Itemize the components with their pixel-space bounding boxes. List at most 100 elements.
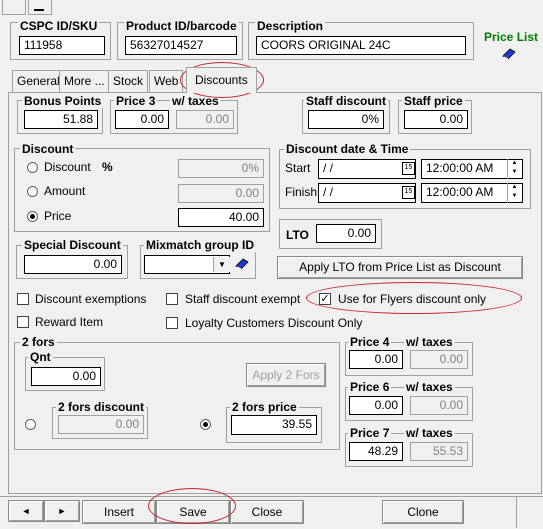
price6-taxes-label: w/ taxes	[404, 380, 455, 394]
staff-price-label: Staff price	[402, 94, 465, 108]
apply-2fors-button[interactable]: Apply 2 Fors	[246, 363, 326, 387]
toolbar-button-fragment[interactable]	[28, 0, 52, 15]
staff-discount-exempt-checkbox[interactable]	[166, 293, 178, 305]
start-label: Start	[285, 161, 311, 175]
finish-date-value: / /	[323, 185, 334, 199]
price3-taxes-input: 0.00	[176, 110, 234, 129]
mixmatch-book-icon[interactable]	[235, 258, 249, 270]
price-radio-label: Price	[44, 209, 72, 223]
price6-taxes-input: 0.00	[410, 396, 468, 415]
tab-general[interactable]: General	[12, 70, 65, 92]
price7-taxes-input: 55.53	[410, 442, 468, 461]
save-button[interactable]: Save	[156, 500, 230, 524]
tab-more[interactable]: More ...	[59, 70, 110, 92]
product-label: Product ID/barcode	[124, 19, 239, 33]
twofors-discount-label: 2 fors discount	[56, 400, 147, 414]
discount-group-label: Discount	[20, 142, 76, 156]
price4-taxes-label: w/ taxes	[404, 335, 455, 349]
lto-input[interactable]: 0.00	[316, 224, 376, 243]
discount-datetime-label: Discount date & Time	[284, 142, 411, 156]
next-record-button[interactable]: ►	[44, 500, 80, 522]
price6-input[interactable]: 0.00	[349, 396, 403, 415]
price-list-book-icon[interactable]	[502, 48, 516, 60]
footer-separator	[516, 496, 517, 528]
tab-web[interactable]: Web	[149, 70, 183, 92]
toolbar-dash	[34, 9, 44, 11]
start-calendar-icon[interactable]: 15	[402, 162, 415, 175]
special-discount-label: Special Discount	[22, 238, 123, 252]
reward-item-label: Reward Item	[35, 315, 104, 329]
price4-label: Price 4	[348, 335, 392, 349]
start-calendar-day: 15	[404, 164, 413, 171]
price6-label: Price 6	[348, 380, 392, 394]
price-radio[interactable]	[27, 211, 38, 222]
price7-taxes-label: w/ taxes	[404, 426, 455, 440]
price4-input[interactable]: 0.00	[349, 350, 403, 369]
staff-price-input[interactable]: 0.00	[404, 110, 468, 129]
price3-input[interactable]: 0.00	[115, 110, 169, 129]
mixmatch-dropdown-arrow-icon[interactable]: ▼	[213, 257, 230, 272]
insert-button[interactable]: Insert	[82, 500, 156, 524]
twofors-price-label: 2 fors price	[230, 400, 299, 414]
mixmatch-label: Mixmatch group ID	[144, 238, 257, 252]
toolbar-button-fragment[interactable]	[2, 0, 26, 15]
description-input[interactable]: COORS ORIGINAL 24C	[256, 36, 466, 55]
prev-record-button[interactable]: ◄	[8, 500, 44, 522]
finish-calendar-day: 15	[404, 188, 413, 195]
twofors-label: 2 fors	[20, 335, 57, 349]
start-time-spinner[interactable]: ▲ ▼	[507, 159, 521, 179]
lto-label: LTO	[286, 228, 309, 242]
loyalty-only-checkbox[interactable]	[166, 317, 178, 329]
price-list-link[interactable]: Price List	[484, 30, 538, 44]
tab-stock[interactable]: Stock	[108, 70, 149, 92]
tab-stock-label: Stock	[113, 74, 144, 88]
price7-input[interactable]: 48.29	[349, 442, 403, 461]
sku-input[interactable]: 111958	[19, 36, 105, 55]
clone-button[interactable]: Clone	[382, 500, 464, 524]
price3-taxes-label: w/ taxes	[170, 94, 221, 108]
use-for-flyers-label: Use for Flyers discount only	[338, 292, 487, 306]
sku-label: CSPC ID/SKU	[18, 19, 100, 33]
tab-general-label: General	[17, 74, 60, 88]
special-discount-input[interactable]: 0.00	[24, 255, 122, 274]
discount-radio[interactable]	[27, 162, 38, 173]
loyalty-only-label: Loyalty Customers Discount Only	[185, 316, 363, 330]
start-date-value: / /	[323, 161, 334, 175]
qnt-input[interactable]: 0.00	[31, 367, 101, 386]
amount-radio[interactable]	[27, 186, 38, 197]
staff-discount-input[interactable]: 0%	[308, 110, 384, 129]
description-label: Description	[255, 19, 326, 33]
price7-label: Price 7	[348, 426, 392, 440]
product-input[interactable]: 56327014527	[125, 36, 237, 55]
staff-discount-label: Staff discount	[304, 94, 388, 108]
tab-discounts-label: Discounts	[195, 73, 248, 87]
twofors-discount-radio[interactable]	[25, 419, 36, 430]
price3-label: Price 3	[114, 94, 158, 108]
discount-pct-label: %	[102, 160, 113, 174]
close-button[interactable]: Close	[230, 500, 304, 524]
staff-discount-exempt-label: Staff discount exempt	[185, 292, 301, 306]
finish-calendar-icon[interactable]: 15	[402, 186, 415, 199]
finish-label: Finish	[285, 185, 318, 199]
top-toolbar-strip	[0, 0, 543, 18]
twofors-discount-input: 0.00	[58, 415, 144, 434]
tab-more-label: More ...	[64, 74, 105, 88]
tab-discounts[interactable]: Discounts	[186, 67, 257, 93]
discount-radio-label: Discount	[44, 160, 91, 174]
apply-lto-button[interactable]: Apply LTO from Price List as Discount	[277, 256, 523, 279]
bonus-points-input[interactable]: 51.88	[24, 110, 98, 129]
finish-time-value: 12:00:00 AM	[426, 185, 494, 199]
discount-exemptions-label: Discount exemptions	[35, 292, 147, 306]
twofors-price-input[interactable]: 39.55	[231, 415, 317, 435]
price-input[interactable]: 40.00	[178, 208, 264, 227]
start-time-value: 12:00:00 AM	[426, 161, 494, 175]
discount-percent-input: 0%	[178, 159, 264, 178]
use-for-flyers-checkbox[interactable]: ✓	[319, 293, 331, 305]
discount-exemptions-checkbox[interactable]	[17, 293, 29, 305]
tab-web-label: Web	[154, 74, 179, 88]
reward-item-checkbox[interactable]	[17, 316, 29, 328]
twofors-price-radio[interactable]	[200, 419, 211, 430]
price4-taxes-input: 0.00	[410, 350, 468, 369]
amount-input: 0.00	[178, 184, 264, 203]
finish-time-spinner[interactable]: ▲ ▼	[507, 183, 521, 203]
